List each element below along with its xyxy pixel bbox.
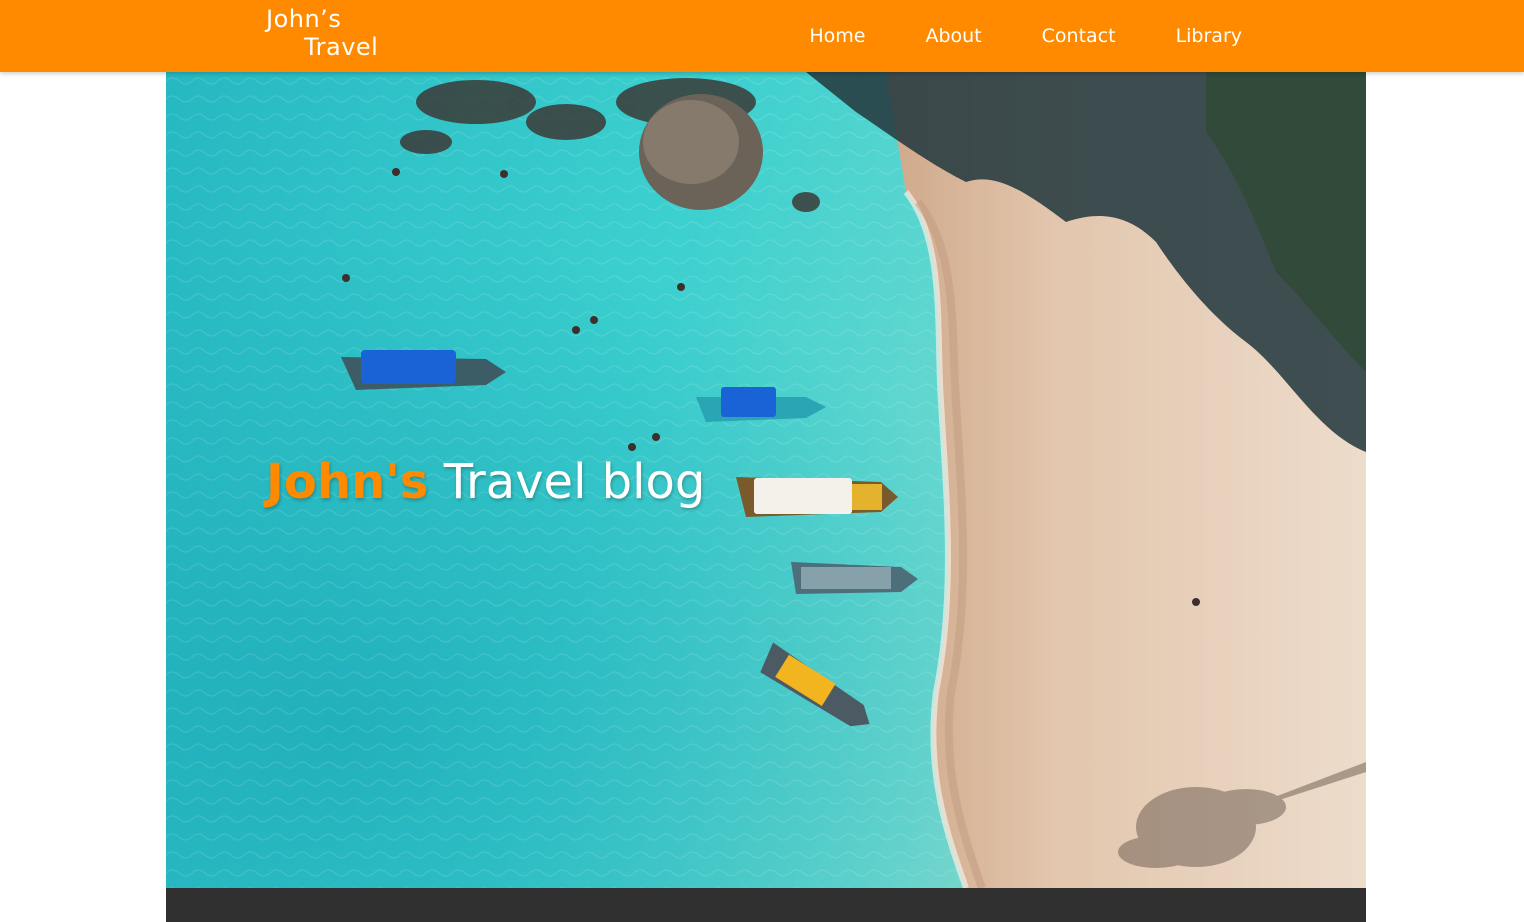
nav-contact-link[interactable]: Contact bbox=[1042, 25, 1116, 47]
hero-title-accent: John's bbox=[266, 454, 429, 510]
hero-banner: John's Travel blog bbox=[166, 72, 1366, 888]
hero-title-rest: Travel blog bbox=[443, 454, 706, 510]
logo-line-1: John’s bbox=[266, 5, 342, 33]
nav-about-link[interactable]: About bbox=[925, 25, 981, 47]
hero-title: John's Travel blog bbox=[266, 450, 705, 514]
site-header: John’s Travel Home About Contact Library bbox=[0, 0, 1524, 72]
logo-line-2: Travel bbox=[304, 33, 379, 61]
nav-home-link[interactable]: Home bbox=[809, 25, 865, 47]
footer-bar bbox=[166, 888, 1366, 922]
nav-library-link[interactable]: Library bbox=[1176, 25, 1242, 47]
site-logo[interactable]: John’s Travel bbox=[266, 5, 378, 61]
main-nav: Home About Contact Library bbox=[749, 0, 1242, 72]
